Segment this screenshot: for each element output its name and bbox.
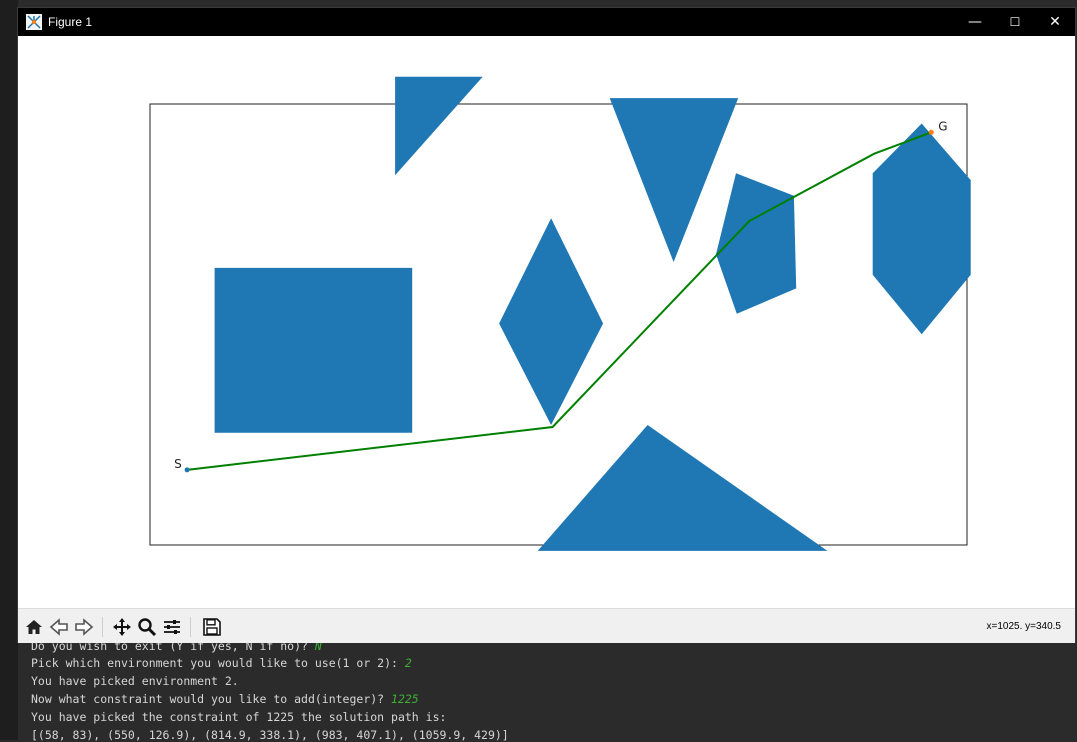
home-button[interactable] [22,615,46,639]
terminal-line: Now what constraint would you like to ad… [31,692,419,706]
save-button[interactable] [200,615,224,639]
configure-subplots-button[interactable] [160,615,184,639]
title-bar[interactable]: Figure 1 — ☐ ✕ [18,8,1075,36]
home-icon [26,620,42,634]
terminal-line: You have picked the constraint of 1225 t… [31,710,447,724]
forward-icon [75,618,94,636]
minimize-button[interactable]: — [955,8,995,36]
figure-window: Figure 1 — ☐ ✕ SG x=1025. y=340.5 [18,8,1075,643]
terminal-line: Pick which environment you would like to… [31,656,412,670]
forward-button[interactable] [72,615,96,639]
pan-icon [113,618,131,636]
obstacle-rectangle [214,267,413,433]
pan-button[interactable] [110,615,134,639]
configure-subplots-icon [164,620,180,634]
back-button[interactable] [47,615,71,639]
save-icon [203,618,221,636]
background-strip [0,0,18,740]
close-button[interactable]: ✕ [1035,8,1075,36]
maximize-button[interactable]: ☐ [995,8,1035,36]
zoom-button[interactable] [135,615,159,639]
cursor-coordinates: x=1025. y=340.5 [986,621,1061,632]
goal-label: G [938,119,947,133]
start-label: S [174,457,182,471]
terminal-line: You have picked environment 2. [31,674,239,688]
toolbar-separator [190,617,191,637]
zoom-icon [138,618,157,637]
window-title: Figure 1 [48,15,93,29]
matplotlib-icon [26,14,42,30]
back-icon [49,618,68,636]
goal-point [928,129,934,135]
terminal-output: Do you wish to exit (Y if yes, N if no)?… [18,639,1077,742]
navigation-toolbar: x=1025. y=340.5 [18,608,1075,643]
plot-canvas[interactable]: SG [18,36,1075,608]
toolbar-separator [102,617,103,637]
start-point [184,467,190,473]
